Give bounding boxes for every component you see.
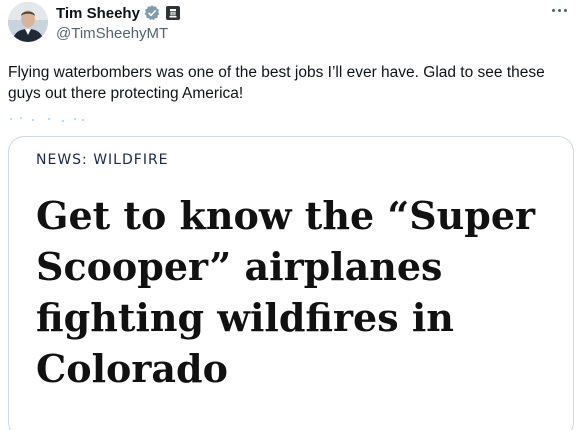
- display-name[interactable]: Tim Sheehy: [56, 5, 140, 22]
- card-kicker: NEWS: WILDFIRE: [36, 152, 169, 168]
- more-options-icon[interactable]: [548, 2, 570, 18]
- avatar-photo: [8, 2, 48, 42]
- truncated-link-dots: [8, 116, 88, 122]
- verified-badge-icon: [143, 4, 161, 22]
- card-headline: Get to know the “Super Scooper” airplane…: [36, 193, 536, 391]
- government-badge-icon[interactable]: [165, 5, 181, 21]
- tweet-header: Tim Sheehy @TimSheehyMT: [56, 3, 572, 43]
- tweet-text: Flying waterbombers was one of the best …: [8, 64, 545, 102]
- link-preview-card[interactable]: NEWS: WILDFIRE Get to know the “Super Sc…: [8, 136, 574, 430]
- name-row: Tim Sheehy: [56, 3, 572, 23]
- user-handle[interactable]: @TimSheehyMT: [56, 24, 572, 43]
- avatar[interactable]: [8, 2, 48, 42]
